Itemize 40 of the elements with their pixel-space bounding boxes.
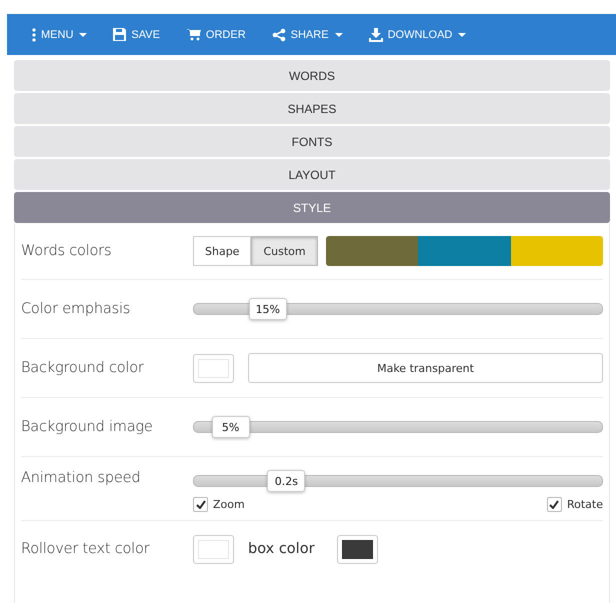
setting-label: Rollover text color xyxy=(21,541,150,557)
section-header[interactable]: SHAPES xyxy=(14,93,610,124)
menu-button[interactable]: MENU xyxy=(32,28,88,42)
setting-label: Background image xyxy=(21,419,154,435)
toggle-button[interactable]: Custom xyxy=(251,236,318,266)
toggle-button[interactable]: Shape xyxy=(193,236,252,266)
setting-label: box color xyxy=(248,541,315,557)
download-icon xyxy=(368,28,383,42)
color-swatch[interactable] xyxy=(193,354,234,382)
color-swatch[interactable] xyxy=(193,534,234,564)
setting-label: Animation speed xyxy=(21,470,142,486)
color-swatch[interactable] xyxy=(326,236,418,266)
setting-label: Words colors xyxy=(21,243,112,259)
checkbox-label: Zoom xyxy=(213,498,245,511)
section-header[interactable]: FONTS xyxy=(14,126,610,157)
cart-icon xyxy=(186,28,201,41)
color-swatch[interactable] xyxy=(510,236,603,266)
toolbar-button[interactable]: SAVE xyxy=(113,28,160,41)
make-transparent-button[interactable]: Make transparent xyxy=(248,353,603,383)
save-icon xyxy=(113,28,126,41)
checkbox-label: Rotate xyxy=(566,498,603,511)
slider-thumb[interactable]: 5% xyxy=(212,416,250,438)
slider-thumb[interactable]: 15% xyxy=(248,298,287,320)
slider-thumb[interactable]: 0.2s xyxy=(267,470,306,492)
slider[interactable]: 15% xyxy=(193,298,603,320)
setting-label: Color emphasis xyxy=(21,301,132,317)
slider[interactable]: 5% xyxy=(193,416,603,438)
checkbox[interactable] xyxy=(546,497,562,512)
color-swatch[interactable] xyxy=(418,236,511,266)
toolbar-button[interactable]: SHARE xyxy=(272,28,343,42)
menu-icon xyxy=(32,28,36,42)
setting-label: Background color xyxy=(21,360,145,376)
section-header[interactable]: LAYOUT xyxy=(14,159,610,190)
checkbox[interactable] xyxy=(193,497,208,512)
toolbar-button[interactable]: DOWNLOAD xyxy=(368,28,466,42)
toolbar-button[interactable]: ORDER xyxy=(186,28,246,41)
section-header[interactable]: WORDS xyxy=(14,60,610,91)
color-swatch[interactable] xyxy=(336,534,378,564)
slider[interactable]: 0.2s xyxy=(193,470,603,492)
share-icon xyxy=(272,28,286,42)
